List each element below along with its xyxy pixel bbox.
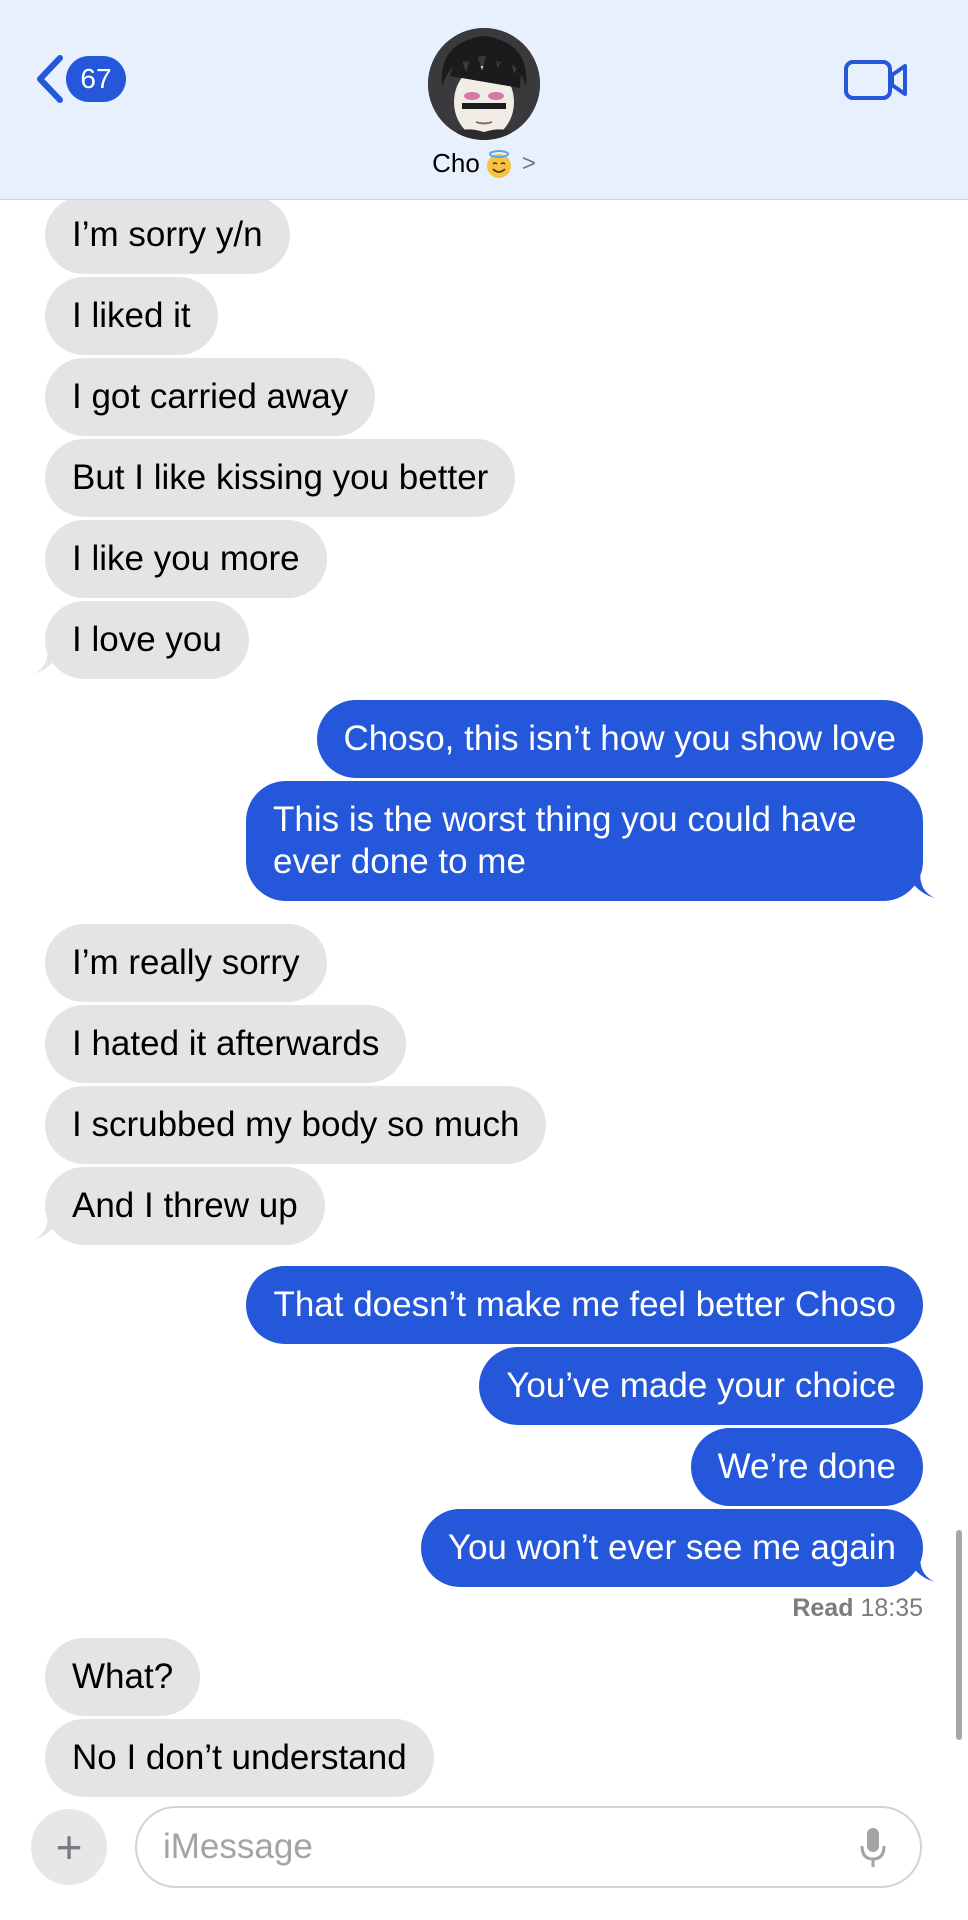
message-incoming[interactable]: I liked it (45, 277, 218, 355)
read-time: 18:35 (860, 1594, 923, 1622)
contact-avatar[interactable] (428, 28, 540, 140)
message-incoming[interactable]: But I like kissing you better (45, 439, 516, 517)
read-receipt: Read 18:35 (792, 1594, 923, 1623)
chevron-right-icon: > (521, 149, 536, 177)
conversation-header: 67 Cho > (0, 0, 968, 200)
message-incoming[interactable]: I scrubbed my body so much (45, 1086, 547, 1164)
microphone-icon[interactable] (858, 1826, 888, 1870)
halo-smile-emoji-icon (486, 149, 511, 178)
message-outgoing[interactable]: Choso, this isn’t how you show love (316, 700, 923, 778)
message-incoming[interactable]: I got carried away (45, 358, 376, 436)
message-incoming[interactable]: I love you (45, 601, 249, 679)
message-incoming[interactable]: I like you more (45, 520, 327, 598)
back-chevron-icon (37, 55, 63, 103)
message-outgoing[interactable]: You’ve made your choice (479, 1347, 923, 1425)
message-outgoing[interactable]: You won’t ever see me again (420, 1509, 923, 1587)
add-attachment-button[interactable]: + (31, 1809, 107, 1885)
video-camera-icon[interactable] (843, 56, 909, 104)
message-incoming[interactable]: And I threw up (45, 1167, 325, 1245)
message-input[interactable]: iMessage (135, 1806, 922, 1888)
message-incoming[interactable]: No I don’t understand (45, 1719, 434, 1797)
message-input-placeholder: iMessage (163, 1827, 313, 1866)
message-outgoing[interactable]: This is the worst thing you could have e… (246, 781, 923, 901)
read-label: Read (792, 1594, 854, 1622)
back-button[interactable]: 67 (34, 52, 126, 106)
plus-icon: + (55, 1821, 83, 1873)
incoming-bubble-tail (33, 644, 63, 674)
avatar-image (428, 28, 540, 140)
message-incoming[interactable]: I hated it afterwards (45, 1005, 407, 1083)
scrollbar[interactable] (956, 1530, 962, 1740)
message-thread[interactable]: I’m sorry y/n I liked it I got carried a… (0, 0, 968, 1920)
message-incoming[interactable]: What? (45, 1638, 201, 1716)
message-incoming[interactable]: I’m really sorry (45, 924, 327, 1002)
message-outgoing[interactable]: We’re done (690, 1428, 923, 1506)
contact-name-button[interactable]: Cho > (0, 148, 968, 179)
outgoing-bubble-tail (905, 1552, 935, 1582)
outgoing-bubble-tail (905, 868, 935, 898)
message-outgoing[interactable]: That doesn’t make me feel better Choso (246, 1266, 923, 1344)
contact-name: Cho (432, 148, 480, 178)
unread-count-badge: 67 (66, 56, 126, 102)
incoming-bubble-tail (33, 1210, 63, 1240)
message-incoming[interactable]: I’m sorry y/n (45, 196, 290, 274)
